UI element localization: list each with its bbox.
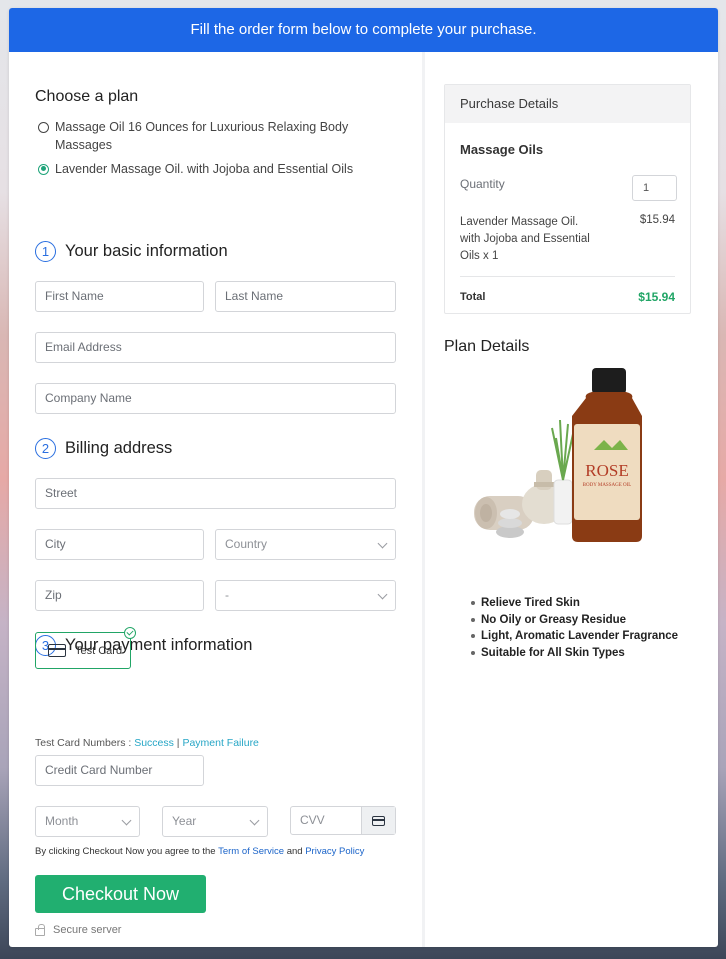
checkout-now-button[interactable]: Checkout Now bbox=[35, 875, 206, 913]
total-label: Total bbox=[460, 291, 486, 303]
plan-option-lavender[interactable]: Lavender Massage Oil. with Jojoba and Es… bbox=[38, 160, 353, 178]
total-value: $15.94 bbox=[638, 290, 675, 304]
product-name: Massage Oils bbox=[460, 142, 544, 157]
year-select-value: Year bbox=[172, 814, 197, 828]
payment-method-label: Test Card bbox=[75, 644, 123, 657]
feature-item: No Oily or Greasy Residue bbox=[471, 612, 678, 629]
plan-option-label: Massage Oil 16 Ounces for Luxurious Rela… bbox=[55, 120, 349, 152]
section-title: Billing address bbox=[65, 439, 173, 457]
country-select[interactable]: Country bbox=[215, 529, 396, 560]
basic-info-heading: 1 Your basic information bbox=[35, 241, 228, 262]
test-card-option[interactable]: Test Card bbox=[35, 627, 136, 669]
zip-input[interactable]: Zip bbox=[35, 580, 204, 611]
stones bbox=[496, 509, 524, 538]
divider bbox=[460, 276, 675, 277]
chevron-down-icon bbox=[121, 815, 132, 826]
line-item-description: Lavender Massage Oil. with Jojoba and Es… bbox=[460, 216, 590, 262]
terms-prefix: By clicking Checkout Now you agree to th… bbox=[35, 846, 219, 857]
payment-failure-link[interactable]: Payment Failure bbox=[182, 737, 258, 749]
check-circle-icon bbox=[124, 627, 136, 639]
cvv-help-button[interactable] bbox=[361, 807, 395, 834]
street-input[interactable]: Street bbox=[35, 478, 396, 509]
country-select-value: Country bbox=[225, 537, 268, 551]
oil-bottle: ROSE BODY MASSAGE OIL bbox=[572, 368, 642, 542]
purchase-details-card: Purchase Details Massage Oils Quantity 1… bbox=[444, 84, 691, 314]
choose-plan-heading: Choose a plan bbox=[35, 88, 139, 105]
cvv-input[interactable]: CVV bbox=[290, 806, 396, 835]
quantity-input[interactable]: 1 bbox=[632, 175, 677, 201]
test-card-numbers: Test Card Numbers : Success | Payment Fa… bbox=[35, 737, 259, 749]
feature-item: Light, Aromatic Lavender Fragrance bbox=[471, 628, 678, 645]
plan-option-label: Lavender Massage Oil. with Jojoba and Es… bbox=[55, 162, 354, 176]
header-banner: Fill the order form below to complete yo… bbox=[9, 8, 718, 52]
state-select-value: - bbox=[225, 588, 229, 602]
email-input[interactable]: Email Address bbox=[35, 332, 396, 363]
month-select[interactable]: Month bbox=[35, 806, 140, 837]
year-select[interactable]: Year bbox=[162, 806, 268, 837]
test-numbers-label: Test Card Numbers : bbox=[35, 737, 135, 749]
month-select-value: Month bbox=[45, 814, 79, 828]
state-select[interactable]: - bbox=[215, 580, 396, 611]
terms-and: and bbox=[284, 846, 306, 857]
summary-panel: Purchase Details Massage Oils Quantity 1… bbox=[425, 52, 718, 947]
card-number-input[interactable]: Credit Card Number bbox=[35, 755, 204, 786]
lock-icon bbox=[35, 923, 45, 936]
success-link[interactable]: Success bbox=[134, 737, 174, 749]
step-2-icon: 2 bbox=[35, 438, 56, 459]
radio-button[interactable] bbox=[38, 121, 49, 133]
chevron-down-icon bbox=[249, 815, 260, 826]
plan-option-16oz[interactable]: Massage Oil 16 Ounces for Luxurious Rela… bbox=[38, 118, 368, 154]
secure-server: Secure server bbox=[35, 923, 122, 936]
credit-card-icon bbox=[372, 815, 385, 826]
feature-item: Suitable for All Skin Types bbox=[471, 645, 678, 662]
step-1-icon: 1 bbox=[35, 241, 56, 262]
secure-server-label: Secure server bbox=[53, 924, 122, 936]
checkout-page: Fill the order form below to complete yo… bbox=[9, 8, 718, 947]
terms-of-service-link[interactable]: Term of Service bbox=[218, 846, 284, 857]
chevron-down-icon bbox=[377, 589, 388, 600]
plan-details-heading: Plan Details bbox=[444, 338, 530, 355]
billing-heading: 2 Billing address bbox=[35, 438, 172, 459]
bottle-label-text: ROSE bbox=[585, 461, 628, 480]
order-form: Choose a plan Massage Oil 16 Ounces for … bbox=[9, 52, 422, 947]
plant-pot bbox=[551, 419, 574, 525]
company-input[interactable]: Company Name bbox=[35, 383, 396, 414]
purchase-details-heading: Purchase Details bbox=[445, 85, 690, 123]
last-name-input[interactable]: Last Name bbox=[215, 281, 396, 312]
chevron-down-icon bbox=[377, 538, 388, 549]
feature-list: Relieve Tired Skin No Oily or Greasy Res… bbox=[471, 595, 678, 661]
cvv-placeholder: CVV bbox=[300, 813, 325, 827]
city-input[interactable]: City bbox=[35, 529, 204, 560]
radio-button-checked[interactable] bbox=[38, 163, 49, 175]
credit-card-icon bbox=[48, 644, 66, 657]
terms-notice: By clicking Checkout Now you agree to th… bbox=[35, 846, 364, 857]
section-title: Your basic information bbox=[65, 242, 228, 260]
product-image: ROSE BODY MASSAGE OIL bbox=[474, 368, 642, 542]
bottle-label-subtext: BODY MASSAGE OIL bbox=[583, 483, 632, 488]
privacy-policy-link[interactable]: Privacy Policy bbox=[305, 846, 364, 857]
quantity-label: Quantity bbox=[460, 177, 505, 191]
first-name-input[interactable]: First Name bbox=[35, 281, 204, 312]
feature-item: Relieve Tired Skin bbox=[471, 595, 678, 612]
line-item-price: $15.94 bbox=[639, 214, 675, 226]
